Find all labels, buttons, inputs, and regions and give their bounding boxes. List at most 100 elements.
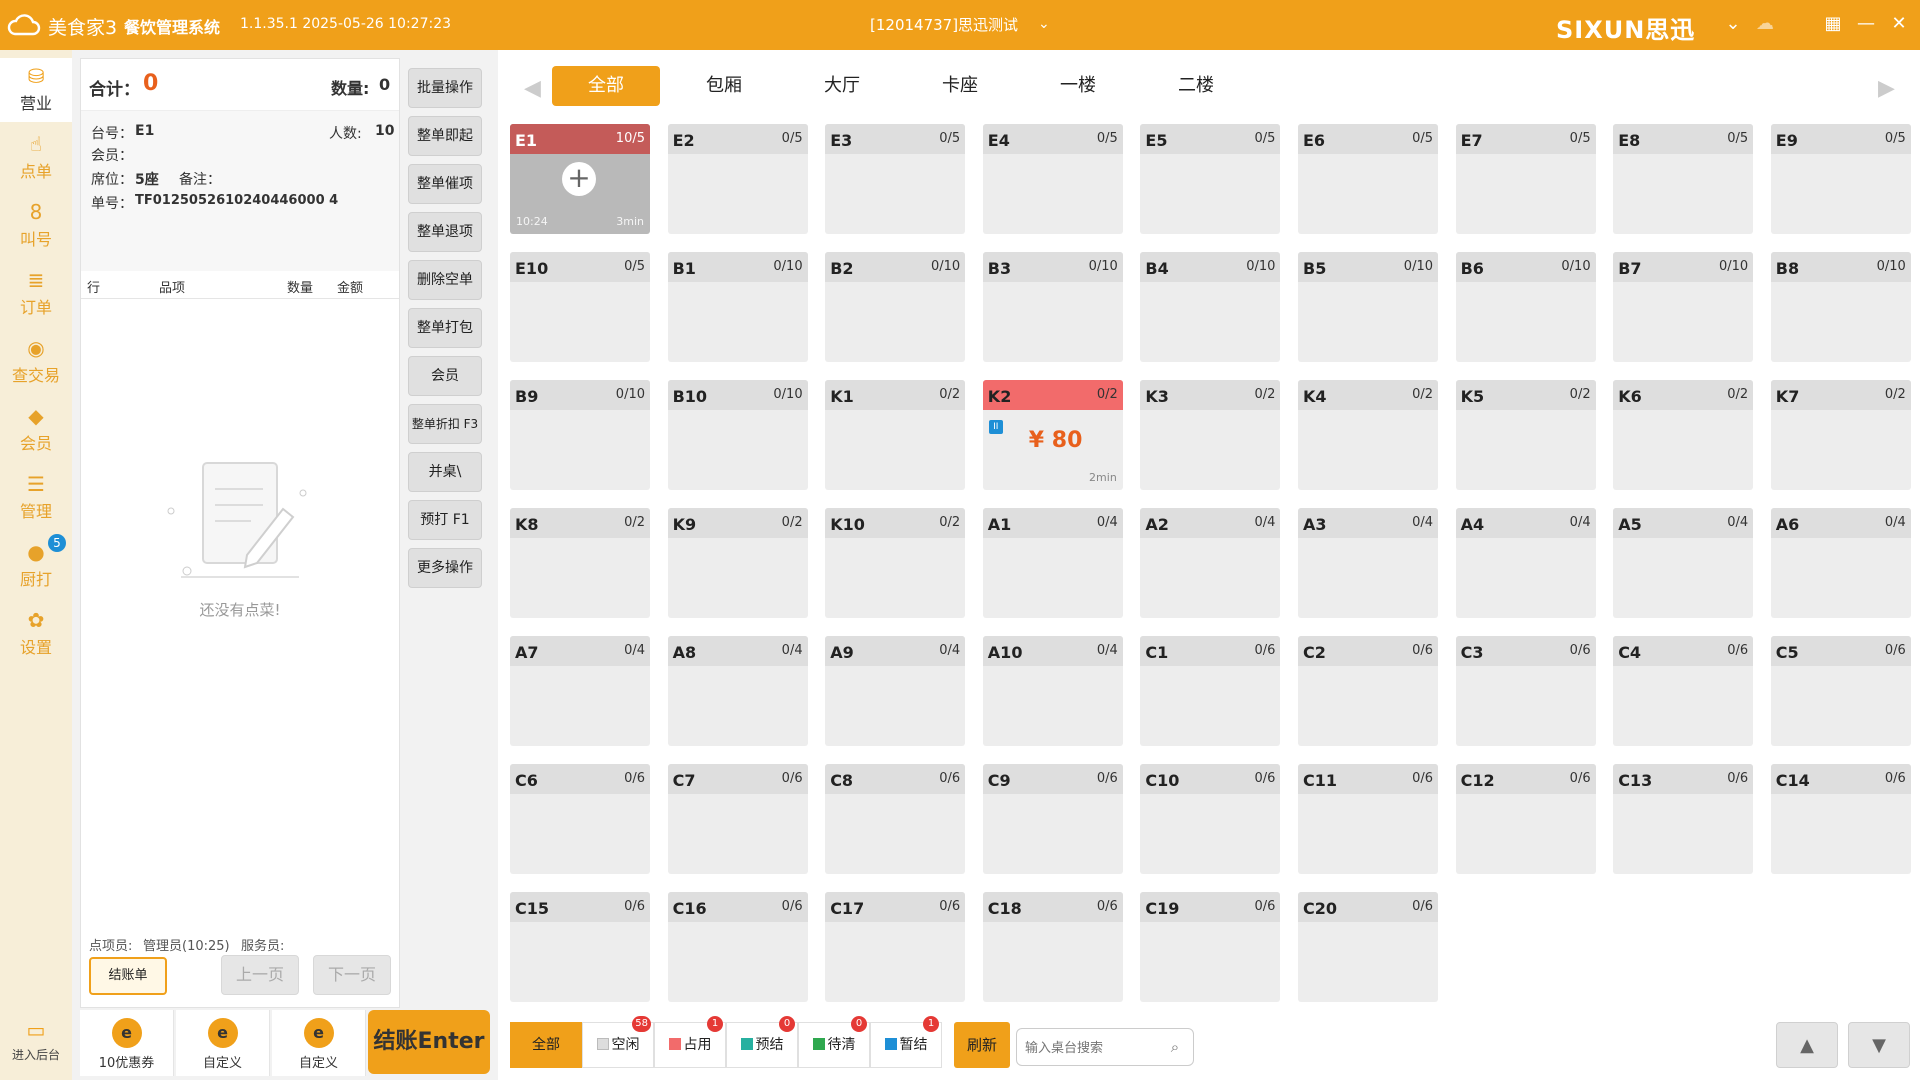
table-card[interactable]: E6 0/5 [1298,124,1438,234]
next-page-button[interactable]: 下一页 [313,955,391,995]
start-all-button[interactable]: 整单即起 [408,116,482,156]
table-card[interactable]: A3 0/4 [1298,508,1438,618]
tab-all[interactable]: 全部 [552,66,660,106]
nav-orders[interactable]: ≣ 订单 [0,262,72,326]
table-card[interactable]: C17 0/6 [825,892,966,1002]
table-card[interactable]: K4 0/2 [1298,380,1438,490]
checkout-button[interactable]: 结账Enter [368,1010,490,1074]
table-card[interactable]: C9 0/6 [982,764,1123,874]
search-icon[interactable]: ⌕ [1165,1037,1185,1057]
add-order-icon[interactable]: + [562,162,596,196]
table-card[interactable]: A10 0/4 [982,636,1123,746]
table-card[interactable]: E7 0/5 [1455,124,1596,234]
table-card[interactable]: A6 0/4 [1770,508,1911,618]
table-card[interactable]: B3 0/10 [982,252,1123,362]
bill-print-button[interactable]: 结账单 [89,957,167,995]
qr-code-icon[interactable]: ▦ [1820,12,1846,38]
table-card[interactable]: A2 0/4 [1140,508,1281,618]
table-card[interactable]: A4 0/4 [1455,508,1596,618]
table-card[interactable]: B1 0/10 [667,252,808,362]
chevron-left-icon[interactable]: ◀ [524,76,541,101]
preprint-button[interactable]: 预打 F1 [408,500,482,540]
tab-private-room[interactable]: 包厢 [670,66,778,106]
refresh-button[interactable]: 刷新 [954,1022,1010,1068]
table-card[interactable]: C1 0/6 [1140,636,1281,746]
table-card[interactable]: C11 0/6 [1298,764,1438,874]
member-button[interactable]: 会员 [408,356,482,396]
table-card[interactable]: A8 0/4 [667,636,808,746]
table-card[interactable]: K2 0/2 II ¥ 80 2min [982,380,1123,490]
merge-table-button[interactable]: 并桌\ [408,452,482,492]
return-all-button[interactable]: 整单退项 [408,212,482,252]
table-card[interactable]: B4 0/10 [1140,252,1281,362]
chevron-right-icon[interactable]: ▶ [1878,76,1895,101]
table-card[interactable]: B5 0/10 [1298,252,1438,362]
table-card[interactable]: K7 0/2 [1770,380,1911,490]
nav-transaction[interactable]: ◉ 查交易 [0,330,72,394]
prev-page-button[interactable]: 上一页 [221,955,299,995]
table-card[interactable]: E1 10/5 +10:24 3min [510,124,650,234]
filter-idle[interactable]: 空闲 58 [582,1016,654,1068]
table-card[interactable]: E9 0/5 [1770,124,1911,234]
table-card[interactable]: C19 0/6 [1140,892,1281,1002]
table-card[interactable]: C14 0/6 [1770,764,1911,874]
filter-paused[interactable]: 暂结 1 [870,1016,942,1068]
tab-booth[interactable]: 卡座 [906,66,1014,106]
table-card[interactable]: C8 0/6 [825,764,966,874]
batch-operation-button[interactable]: 批量操作 [408,68,482,108]
table-card[interactable]: C4 0/6 [1613,636,1754,746]
nav-call-number[interactable]: 8 叫号 [0,194,72,258]
table-card[interactable]: C18 0/6 [982,892,1123,1002]
cloud-sync-icon[interactable]: ☁ [1752,12,1778,38]
table-card[interactable]: E4 0/5 [982,124,1123,234]
tab-hall[interactable]: 大厅 [788,66,896,106]
delete-empty-button[interactable]: 删除空单 [408,260,482,300]
table-card[interactable]: C7 0/6 [667,764,808,874]
table-card[interactable]: C3 0/6 [1455,636,1596,746]
table-card[interactable]: C10 0/6 [1140,764,1281,874]
table-card[interactable]: E8 0/5 [1613,124,1754,234]
scroll-up-button[interactable]: ▲ [1776,1022,1838,1068]
chevron-down-icon[interactable]: ⌄ [1038,16,1050,32]
minimize-icon[interactable]: — [1853,12,1879,38]
custom-button-1[interactable]: e 自定义 [176,1010,270,1076]
table-card[interactable]: K3 0/2 [1140,380,1281,490]
nav-backend[interactable]: ▭ 进入后台 [0,1012,72,1072]
nav-member[interactable]: ◆ 会员 [0,398,72,462]
table-card[interactable]: A5 0/4 [1613,508,1754,618]
table-card[interactable]: B8 0/10 [1770,252,1911,362]
more-actions-button[interactable]: 更多操作 [408,548,482,588]
table-card[interactable]: K9 0/2 [667,508,808,618]
table-card[interactable]: C12 0/6 [1455,764,1596,874]
table-card[interactable]: A7 0/4 [510,636,650,746]
table-card[interactable]: E5 0/5 [1140,124,1281,234]
table-card[interactable]: B9 0/10 [510,380,650,490]
table-card[interactable]: C2 0/6 [1298,636,1438,746]
filter-pre-settle[interactable]: 预结 0 [726,1016,798,1068]
account-selector[interactable]: [12014737]思迅测试 [870,14,1018,35]
table-card[interactable]: K6 0/2 [1613,380,1754,490]
table-card[interactable]: C15 0/6 [510,892,650,1002]
filter-occupied[interactable]: 占用 1 [654,1016,726,1068]
filter-to-clean[interactable]: 待清 0 [798,1016,870,1068]
nav-kitchen-print[interactable]: ● 厨打 5 [0,534,72,598]
table-card[interactable]: B2 0/10 [825,252,966,362]
coupon-button[interactable]: e 10优惠券 [80,1010,174,1076]
table-search-input[interactable] [1025,1037,1165,1059]
table-card[interactable]: K8 0/2 [510,508,650,618]
tab-floor-2[interactable]: 二楼 [1142,66,1250,106]
table-card[interactable]: B10 0/10 [667,380,808,490]
filter-all[interactable]: 全部 [510,1022,582,1068]
table-card[interactable]: E10 0/5 [510,252,650,362]
discount-button[interactable]: 整单折扣 F3 [408,404,482,444]
table-card[interactable]: C6 0/6 [510,764,650,874]
table-card[interactable]: B7 0/10 [1613,252,1754,362]
scroll-down-button[interactable]: ▼ [1848,1022,1910,1068]
table-card[interactable]: K5 0/2 [1455,380,1596,490]
pack-all-button[interactable]: 整单打包 [408,308,482,348]
nav-manage[interactable]: ☰ 管理 [0,466,72,530]
chevron-down-icon[interactable]: ⌄ [1720,12,1746,38]
close-icon[interactable]: ✕ [1886,12,1912,38]
table-card[interactable]: E2 0/5 [667,124,808,234]
table-card[interactable]: C13 0/6 [1613,764,1754,874]
